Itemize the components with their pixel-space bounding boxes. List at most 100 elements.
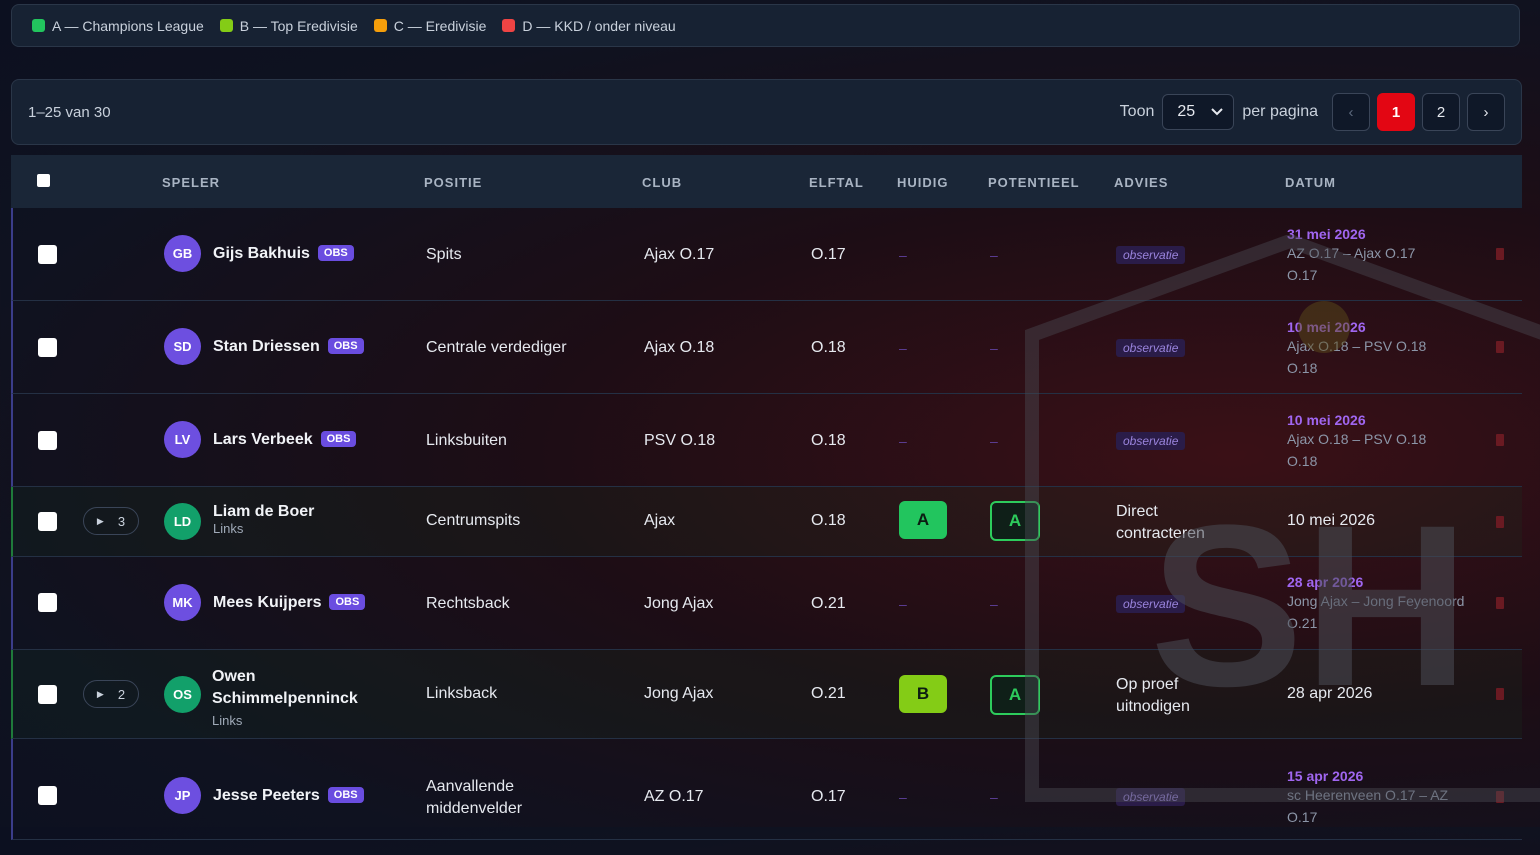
- table-row[interactable]: ▶ 3 LD Liam de Boer Links Centrumspits A…: [11, 487, 1522, 557]
- row-checkbox[interactable]: [38, 593, 57, 612]
- potential-grade-empty: –: [990, 596, 998, 612]
- header-date[interactable]: DATUM: [1285, 175, 1336, 190]
- legend-swatch: [373, 19, 387, 32]
- player-name-cell: Mees Kuijpers OBS: [213, 594, 366, 612]
- legend-label: D — KKD / onder niveau: [522, 17, 676, 34]
- header-position[interactable]: POSITIE: [424, 175, 482, 190]
- result-range: 1–25 van 30: [28, 103, 111, 121]
- date-link[interactable]: 10 mei 2026: [1287, 412, 1426, 428]
- date-cell: 31 mei 2026 AZ O.17 – Ajax O.17 O.17: [1287, 226, 1415, 286]
- current-grade-badge: A: [899, 501, 947, 539]
- legend-swatch: [502, 19, 516, 32]
- date-cell: 28 apr 2026: [1287, 685, 1373, 702]
- report-count: 2: [117, 686, 126, 702]
- row-checkbox[interactable]: [38, 512, 57, 531]
- player-name-line[interactable]: Schimmelpenninck: [212, 688, 358, 710]
- header-club[interactable]: CLUB: [642, 175, 682, 190]
- current-grade-empty: –: [899, 433, 907, 449]
- row-checkbox[interactable]: [38, 786, 57, 805]
- advice-cell: Direct contracteren: [1116, 501, 1205, 545]
- player-name-line[interactable]: Owen: [212, 666, 358, 688]
- team-cell: O.21: [811, 685, 846, 702]
- delete-icon[interactable]: [1496, 341, 1504, 353]
- avatar: LV: [164, 421, 201, 458]
- legend-label: C — Eredivisie: [393, 17, 487, 34]
- advice-badge: observatie: [1116, 339, 1186, 357]
- club-cell: Ajax O.17: [644, 246, 715, 263]
- table-row[interactable]: JP Jesse Peeters OBS Aanvallende middenve…: [11, 739, 1522, 840]
- club-cell: Jong Ajax: [644, 595, 714, 612]
- row-checkbox[interactable]: [38, 338, 57, 357]
- header-team[interactable]: ELFTAL: [809, 175, 864, 190]
- header-current[interactable]: HUIDIG: [897, 175, 949, 190]
- obs-badge: OBS: [317, 245, 354, 261]
- match-team: O.17: [1287, 809, 1318, 825]
- row-checkbox[interactable]: [38, 431, 57, 450]
- avatar: MK: [164, 584, 201, 621]
- header-player[interactable]: SPELER: [162, 175, 220, 190]
- show-label: Toon: [1119, 103, 1155, 120]
- delete-icon[interactable]: [1496, 791, 1504, 803]
- header-advice[interactable]: ADVIES: [1114, 175, 1168, 190]
- table-row[interactable]: MK Mees Kuijpers OBS Rechtsback Jong Ajax…: [11, 557, 1522, 650]
- header-potential[interactable]: POTENTIEEL: [988, 175, 1080, 190]
- table-row[interactable]: SD Stan Driessen OBS Centrale verdediger …: [11, 301, 1522, 394]
- player-name-cell: Stan Driessen OBS: [213, 338, 364, 356]
- delete-icon[interactable]: [1496, 434, 1504, 446]
- date-link[interactable]: 31 mei 2026: [1287, 226, 1415, 242]
- potential-grade-empty: –: [990, 789, 998, 805]
- date-link[interactable]: 15 apr 2026: [1287, 768, 1448, 784]
- position-cell: Centrumspits: [426, 512, 521, 529]
- match-team: O.18: [1287, 360, 1318, 376]
- page-2-button[interactable]: 2: [1422, 93, 1460, 131]
- page-1-button[interactable]: 1: [1377, 93, 1415, 131]
- player-name[interactable]: Mees Kuijpers: [213, 594, 321, 611]
- advice-line: Direct: [1116, 503, 1158, 520]
- player-name[interactable]: Lars Verbeek: [213, 431, 313, 448]
- current-grade-empty: –: [899, 789, 907, 805]
- club-cell: PSV O.18: [644, 432, 716, 449]
- legend-label: B — Top Eredivisie: [239, 17, 358, 34]
- report-count: 3: [117, 513, 126, 529]
- next-page-button[interactable]: ›: [1467, 93, 1505, 131]
- chevron-down-icon: [1211, 108, 1224, 116]
- table-row[interactable]: LV Lars Verbeek OBS Linksbuiten PSV O.18 …: [11, 394, 1522, 487]
- delete-icon[interactable]: [1496, 597, 1504, 609]
- expand-reports-button[interactable]: ▶ 2: [83, 680, 139, 708]
- avatar: LD: [164, 503, 201, 540]
- position-line: Aanvallende: [426, 778, 515, 795]
- row-checkbox[interactable]: [38, 685, 57, 704]
- legend-swatch: [32, 19, 45, 32]
- date-cell: 10 mei 2026: [1287, 512, 1376, 529]
- advice-cell: observatie: [1116, 595, 1186, 613]
- per-page-select[interactable]: 25: [1162, 94, 1235, 130]
- obs-badge: OBS: [329, 594, 366, 610]
- date-link[interactable]: 28 apr 2026: [1287, 574, 1464, 590]
- legend-item-d: D — KKD / onder niveau: [502, 17, 676, 34]
- legend-item-b: B — Top Eredivisie: [219, 17, 358, 34]
- expand-reports-button[interactable]: ▶ 3: [83, 507, 139, 535]
- table-row[interactable]: ▶ 2 OS Owen Schimmelpenninck Links Links…: [11, 650, 1522, 739]
- player-name[interactable]: Stan Driessen: [213, 338, 320, 355]
- delete-icon[interactable]: [1496, 248, 1504, 260]
- team-cell: O.18: [811, 432, 846, 449]
- player-name-cell: Lars Verbeek OBS: [213, 431, 357, 449]
- table-row[interactable]: GB Gijs Bakhuis OBS Spits Ajax O.17 O.17 …: [11, 208, 1522, 301]
- advice-line: Op proef: [1116, 676, 1179, 693]
- row-checkbox[interactable]: [38, 245, 57, 264]
- advice-cell: observatie: [1116, 432, 1186, 450]
- match-team: O.17: [1287, 267, 1318, 283]
- player-foot: Links: [213, 521, 244, 536]
- prev-page-button[interactable]: ‹: [1332, 93, 1370, 131]
- player-name[interactable]: Jesse Peeters: [213, 787, 320, 804]
- play-icon: ▶: [96, 515, 104, 526]
- date-link[interactable]: 10 mei 2026: [1287, 319, 1426, 335]
- select-all-checkbox[interactable]: [37, 174, 50, 187]
- delete-icon[interactable]: [1496, 688, 1504, 700]
- potential-grade-empty: –: [990, 340, 998, 356]
- team-cell: O.21: [811, 595, 846, 612]
- delete-icon[interactable]: [1496, 516, 1504, 528]
- player-name[interactable]: Liam de Boer: [213, 503, 314, 521]
- player-name[interactable]: Gijs Bakhuis: [213, 245, 310, 262]
- position-cell: Linksback: [426, 685, 498, 702]
